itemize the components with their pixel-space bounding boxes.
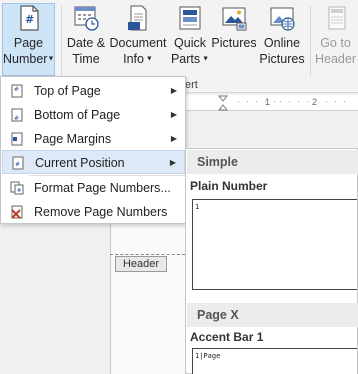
go-to-header-label-line1: Go to [320, 36, 351, 50]
top-of-page-icon: # [11, 84, 23, 98]
header-boundary-line [110, 254, 185, 255]
dropdown-arrow-icon: ▼ [47, 55, 55, 63]
gallery-item-preview: 1|Page [195, 352, 221, 360]
dropdown-arrow-icon: ▼ [143, 55, 153, 63]
page-number-label-line1: Page [13, 36, 44, 50]
pictures-label: Pictures [211, 36, 257, 50]
svg-text:#: # [17, 188, 21, 194]
quick-parts-icon [179, 6, 201, 30]
go-to-header-icon [328, 6, 345, 30]
svg-text:#: # [14, 115, 19, 122]
date-time-label-line2: Time [72, 52, 100, 66]
menu-item-remove-page-numbers[interactable]: Remove Page Numbers [2, 200, 185, 224]
format-page-numbers-icon: # [10, 181, 24, 195]
online-pictures-button[interactable]: Online Pictures [258, 4, 306, 67]
document-info-label-line1: Document [109, 36, 167, 50]
svg-text:#: # [14, 86, 19, 93]
menu-item-bottom-of-page[interactable]: # Bottom of Page ▶ [2, 103, 185, 127]
document-info-button[interactable]: Document Info ▼ [109, 4, 167, 68]
pictures-button[interactable]: Pictures [211, 4, 257, 51]
gallery-item-plain-number[interactable]: 1 [192, 199, 357, 290]
page-number-menu: # Top of Page ▶ # Bottom of Page ▶ Page … [0, 76, 186, 224]
gallery-item-accent-bar-1[interactable]: 1|Page [192, 348, 357, 374]
menu-item-label: Bottom of Page [34, 108, 121, 122]
gallery-item-preview: 1 [195, 203, 200, 211]
quick-parts-button[interactable]: Quick Parts ▼ [169, 4, 211, 68]
gallery-section-header: Simple [187, 150, 358, 174]
submenu-arrow-icon: ▶ [169, 158, 176, 167]
ribbon-separator [310, 6, 311, 76]
menu-item-label: Top of Page [34, 84, 101, 98]
current-position-icon: # [12, 156, 24, 170]
ribbon-group-label: ert [185, 79, 198, 91]
date-time-button[interactable]: Date & Time [64, 4, 108, 67]
page-number-label-line2: Number [3, 52, 48, 66]
date-time-label-line1: Date & [66, 36, 106, 50]
quick-parts-label-line2: Parts [170, 52, 201, 66]
menu-item-format-page-numbers[interactable]: # Format Page Numbers... [2, 176, 185, 200]
menu-item-label: Remove Page Numbers [34, 205, 168, 219]
online-pictures-label-line1: Online [263, 36, 301, 50]
svg-text:#: # [15, 161, 20, 168]
gallery-item-title: Accent Bar 1 [190, 330, 264, 344]
menu-item-label: Format Page Numbers... [34, 181, 171, 195]
gallery-section-header: Page X [187, 303, 358, 327]
gallery-item-title: Plain Number [190, 179, 268, 193]
go-to-header-label-line2: Header [315, 52, 356, 66]
calendar-clock-icon [74, 6, 99, 31]
page-number-icon: # [19, 5, 39, 31]
submenu-arrow-icon: ▶ [170, 86, 177, 95]
submenu-arrow-icon: ▶ [170, 110, 177, 119]
page-margins-icon [11, 132, 23, 146]
document-info-icon [128, 5, 147, 31]
remove-page-numbers-icon [11, 205, 23, 219]
quick-parts-label-line1: Quick [174, 36, 206, 50]
ruler-dots: ··· [325, 96, 352, 106]
ribbon-separator [61, 6, 62, 76]
current-position-gallery: Simple Plain Number 1 Page X Accent Bar … [185, 148, 358, 374]
go-to-header-button[interactable]: Go to Header [313, 4, 358, 67]
submenu-arrow-icon: ▶ [170, 134, 177, 143]
online-picture-icon [270, 7, 295, 31]
ruler-dots: ···· [279, 96, 315, 106]
menu-item-top-of-page[interactable]: # Top of Page ▶ [2, 79, 185, 103]
menu-item-page-margins[interactable]: Page Margins ▶ [2, 127, 185, 151]
header-tag[interactable]: Header [115, 256, 167, 272]
menu-item-label: Current Position [35, 156, 125, 170]
bottom-of-page-icon: # [11, 108, 23, 122]
ruler-indent-marker-icon[interactable] [218, 95, 228, 111]
menu-item-current-position[interactable]: # Current Position ▶ [2, 150, 185, 174]
picture-icon [222, 7, 247, 31]
page-number-button[interactable]: # Page Number▼ [2, 3, 55, 76]
ruler-dots: ····· [237, 96, 282, 106]
dropdown-arrow-icon: ▼ [200, 55, 210, 63]
horizontal-ruler[interactable]: 1 2 ····· ···· ··· [185, 95, 358, 111]
menu-item-label: Page Margins [34, 132, 112, 146]
online-pictures-label-line2: Pictures [259, 52, 305, 66]
document-info-label-line2: Info [123, 52, 144, 66]
svg-text:#: # [25, 13, 34, 26]
